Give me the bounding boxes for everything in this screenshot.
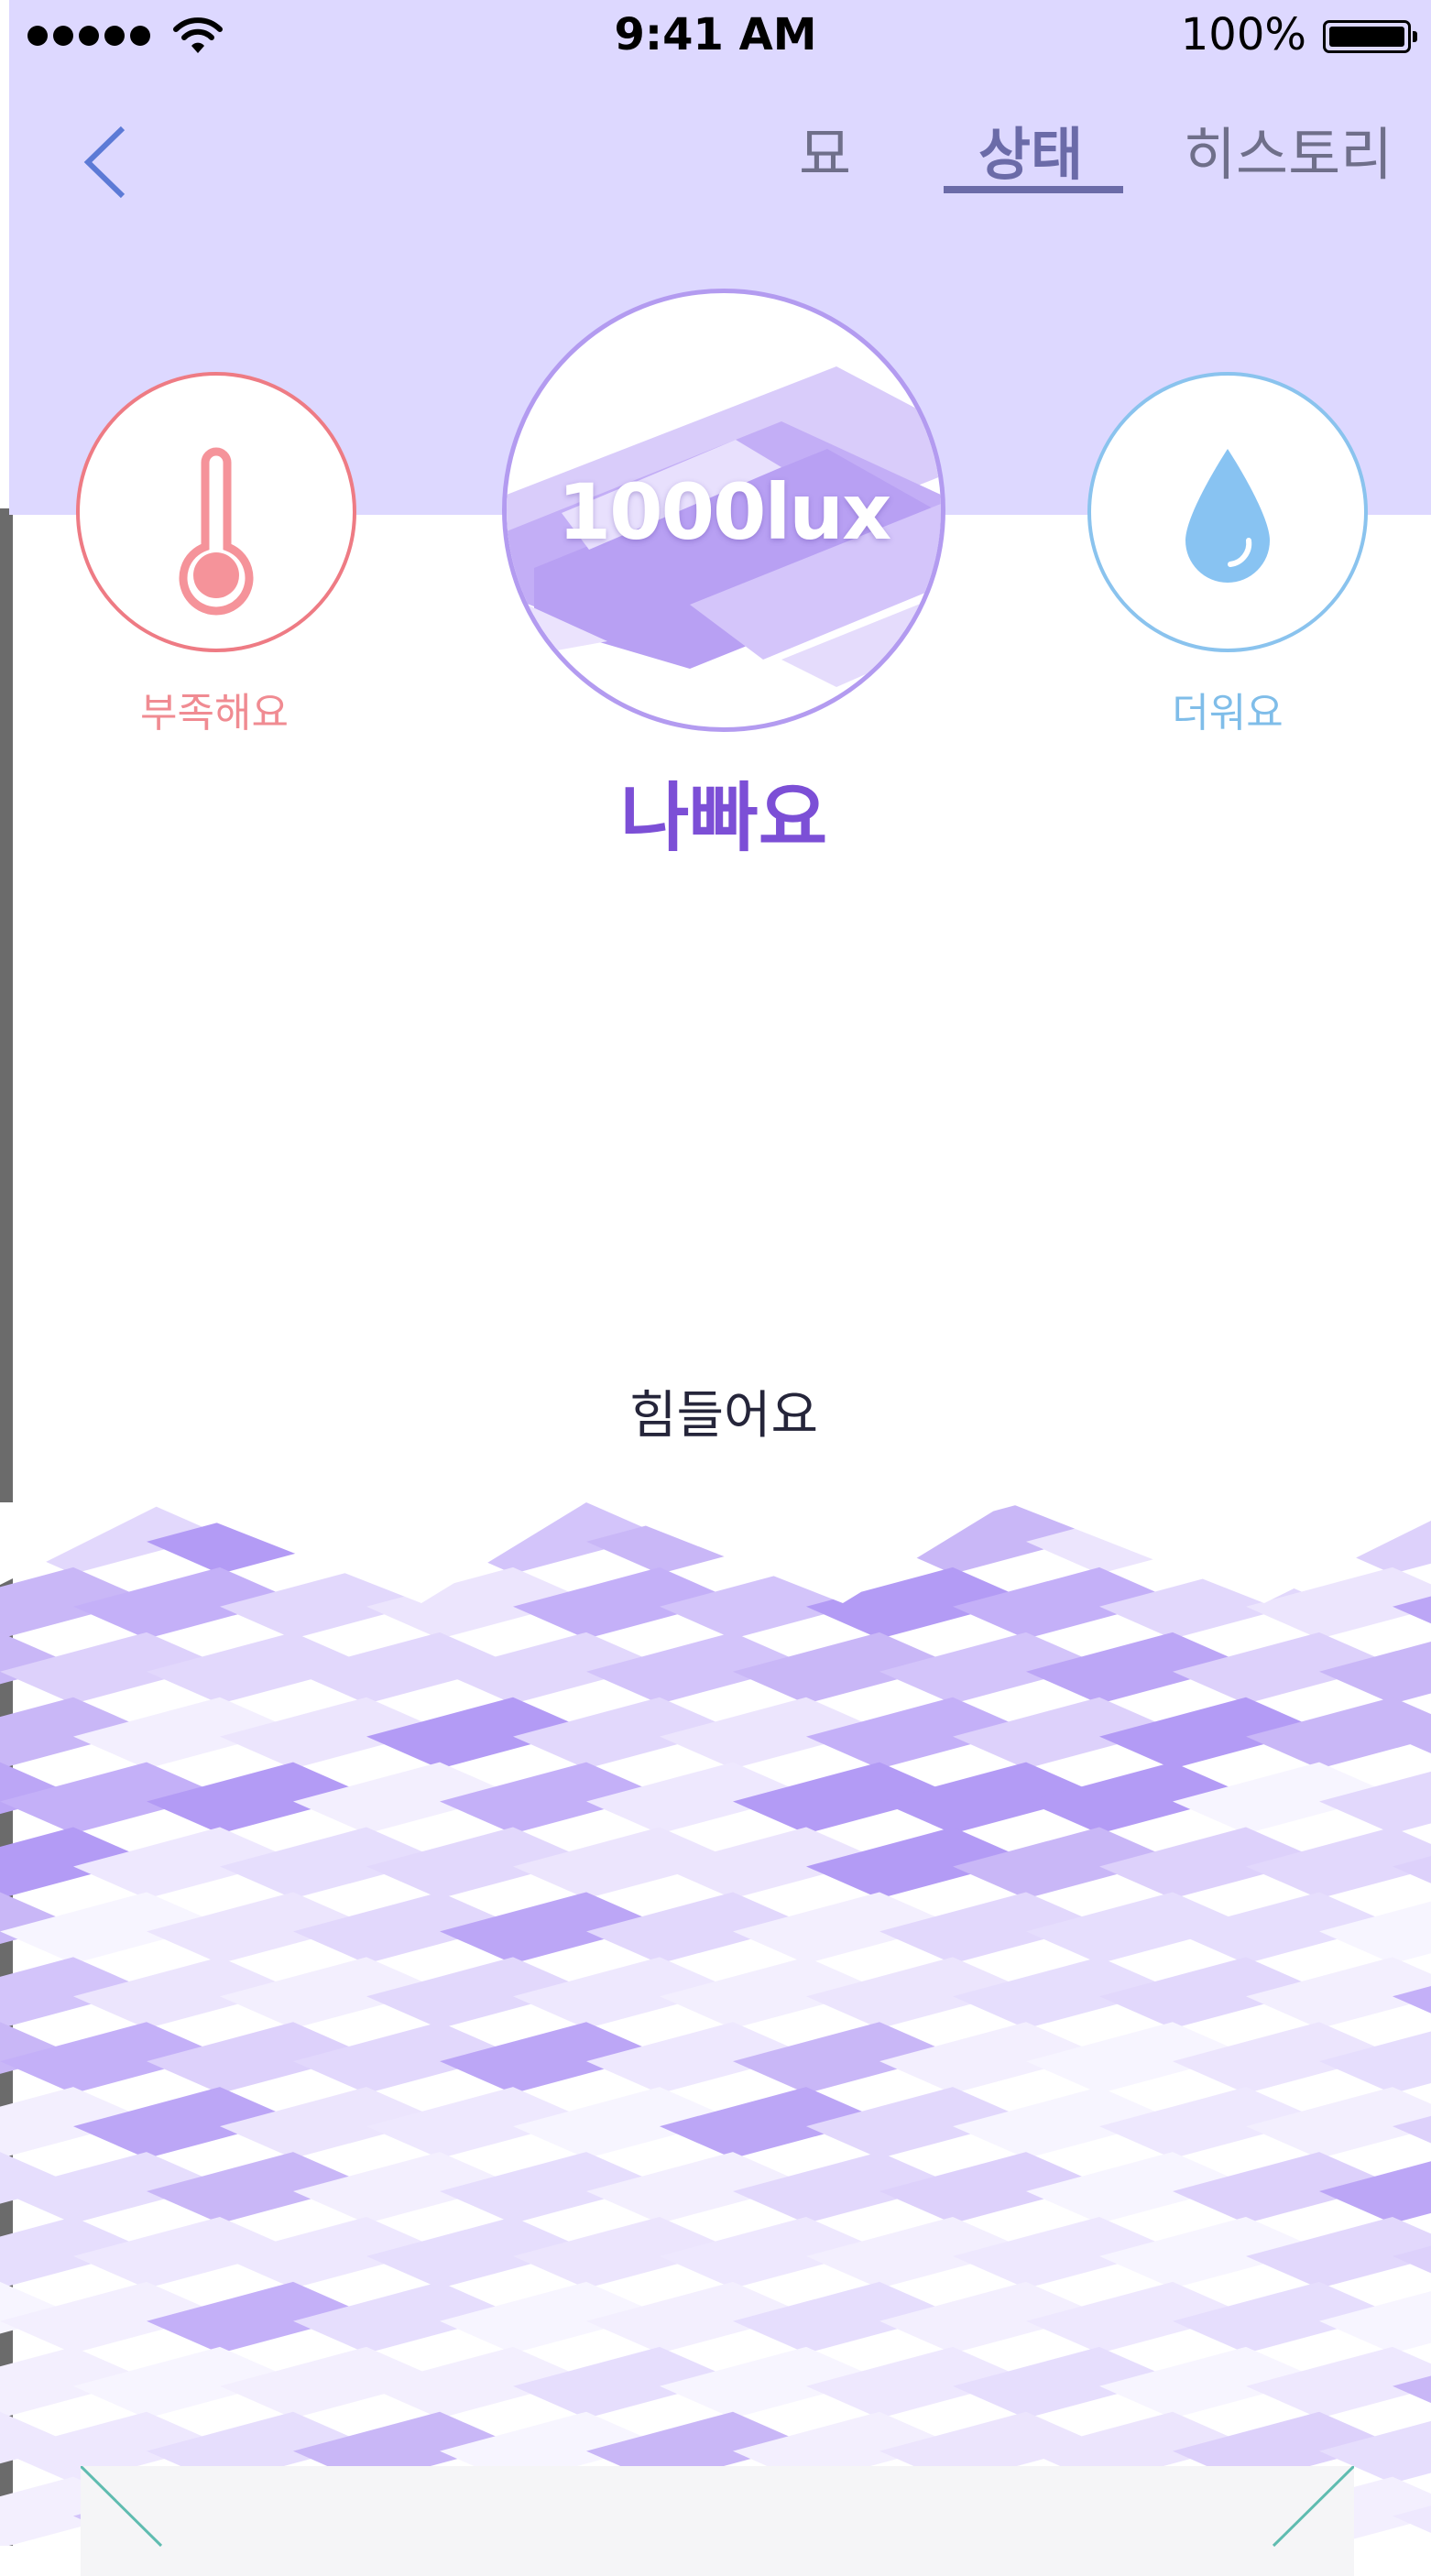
tab-selected-indicator (944, 186, 1123, 193)
bottom-card (81, 2466, 1354, 2576)
temperature-status: 부족해요 (140, 690, 289, 737)
tab-room[interactable]: 묘 (799, 108, 851, 191)
pattern-tile (1246, 2346, 1431, 2418)
battery-percent: 100% (1180, 9, 1306, 60)
temperature-gauge[interactable] (76, 372, 356, 652)
water-drop-icon (1185, 449, 1270, 583)
pattern-tile (1246, 2087, 1431, 2159)
pattern-tile (1246, 2217, 1431, 2288)
status-bar: 9:41 AM 100% (0, 0, 1431, 73)
water-gauge[interactable] (1087, 372, 1368, 652)
pattern-tile (1246, 1697, 1431, 1769)
pattern-tile (1246, 1827, 1431, 1899)
plant-message: 힘들어요 (628, 1386, 819, 1446)
water-status: 더워요 (1172, 690, 1284, 737)
thermometer-icon (179, 447, 254, 616)
tab-status[interactable]: 상태 (978, 108, 1083, 191)
wave-pattern (0, 1502, 1431, 2546)
light-gauge[interactable]: 1000lux (502, 289, 945, 732)
card-corner-right (1272, 2466, 1354, 2548)
card-corner-left (81, 2466, 163, 2548)
battery-icon (1323, 20, 1417, 53)
chevron-left-icon (83, 126, 126, 199)
pattern-tile (1246, 1957, 1431, 2029)
tab-history[interactable]: 히스토리 (1184, 108, 1393, 191)
back-button[interactable] (79, 121, 134, 203)
light-value: 1000lux (557, 467, 892, 557)
light-status: 나빠요 (619, 775, 828, 862)
